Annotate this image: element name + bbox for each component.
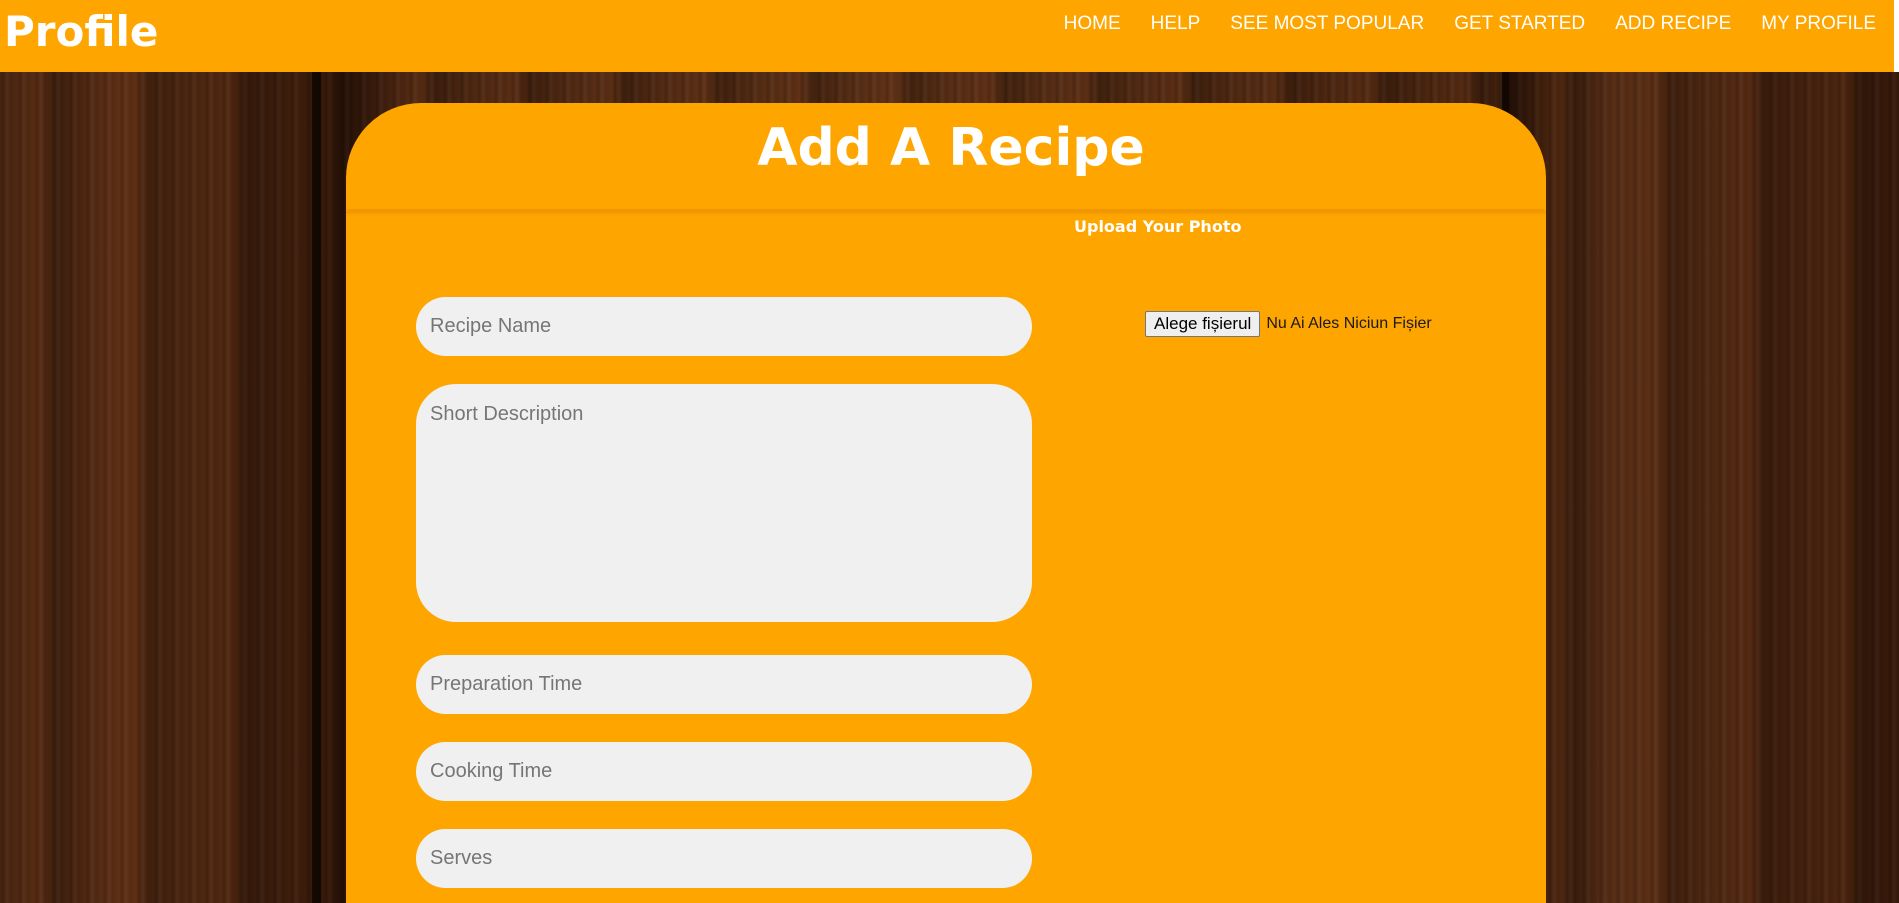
- upload-photo-label: Upload Your Photo: [1074, 217, 1242, 236]
- card-divider: [346, 209, 1546, 213]
- navbar: Profile HOME HELP SEE MOST POPULAR GET S…: [0, 0, 1894, 72]
- nav-link-my-profile[interactable]: MY PROFILE: [1761, 12, 1876, 36]
- choose-file-button[interactable]: Alege fișierul: [1145, 311, 1261, 337]
- serves-input[interactable]: [416, 829, 1032, 888]
- file-upload: Alege fișierul Nu Ai Ales Niciun Fișier: [1145, 311, 1432, 337]
- scrollbar-edge: [1894, 0, 1899, 72]
- plank-gap: [312, 0, 321, 903]
- page-title: Add A Recipe: [757, 118, 1145, 178]
- nav-link-home[interactable]: HOME: [1064, 12, 1121, 36]
- recipe-name-input[interactable]: [416, 297, 1032, 356]
- add-recipe-card: Add A Recipe Upload Your Photo Alege fiș…: [346, 103, 1546, 903]
- preparation-time-input[interactable]: [416, 655, 1032, 714]
- nav-link-help[interactable]: HELP: [1151, 12, 1201, 36]
- brand-title: Profile: [4, 7, 159, 56]
- short-description-textarea[interactable]: [416, 384, 1032, 622]
- nav-links: HOME HELP SEE MOST POPULAR GET STARTED A…: [1064, 12, 1876, 36]
- nav-link-get-started[interactable]: GET STARTED: [1454, 12, 1585, 36]
- cooking-time-input[interactable]: [416, 742, 1032, 801]
- nav-link-see-most-popular[interactable]: SEE MOST POPULAR: [1230, 12, 1424, 36]
- file-status-text: Nu Ai Ales Niciun Fișier: [1266, 315, 1432, 332]
- nav-link-add-recipe[interactable]: ADD RECIPE: [1615, 12, 1731, 36]
